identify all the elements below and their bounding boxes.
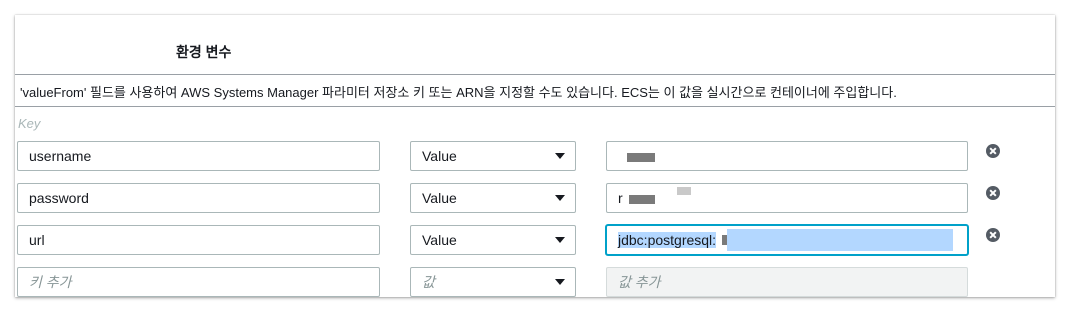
- key-column-header: Key: [18, 116, 41, 131]
- env-key-input[interactable]: password: [17, 183, 380, 213]
- caret-down-icon: [555, 237, 565, 243]
- env-type-selected: Value: [422, 190, 457, 206]
- divider: [15, 74, 1055, 75]
- section-title: 환경 변수: [176, 44, 232, 60]
- env-key-input[interactable]: url: [17, 225, 380, 255]
- env-type-select[interactable]: Value: [410, 183, 576, 213]
- redacted-value: [677, 187, 691, 195]
- redacted-value: [629, 195, 655, 204]
- env-value-input[interactable]: r: [606, 183, 968, 213]
- add-value-input[interactable]: 값 추가: [606, 267, 968, 297]
- add-key-input[interactable]: 키 추가: [17, 267, 380, 297]
- section-description: 'valueFrom' 필드를 사용하여 AWS Systems Manager…: [20, 85, 897, 100]
- caret-down-icon: [555, 279, 565, 285]
- add-type-select[interactable]: 값: [410, 267, 576, 297]
- env-type-select[interactable]: Value: [410, 141, 576, 171]
- env-type-selected: Value: [422, 148, 457, 164]
- selection-highlight: [727, 229, 953, 251]
- env-value-input[interactable]: jdbc:postgresql:: [606, 225, 968, 255]
- env-type-selected: Value: [422, 232, 457, 248]
- add-type-placeholder: 값: [422, 274, 435, 290]
- close-circle-icon[interactable]: [986, 228, 1000, 242]
- env-value-text: r: [618, 190, 623, 206]
- environment-variables-panel: 환경 변수 'valueFrom' 필드를 사용하여 AWS Systems M…: [15, 15, 1055, 297]
- env-value-input[interactable]: [606, 141, 968, 171]
- caret-down-icon: [555, 153, 565, 159]
- divider: [15, 106, 1055, 107]
- caret-down-icon: [555, 195, 565, 201]
- redacted-value: [627, 153, 655, 162]
- close-circle-icon[interactable]: [986, 186, 1000, 200]
- env-value-text: jdbc:postgresql:: [618, 232, 717, 248]
- close-circle-icon[interactable]: [986, 144, 1000, 158]
- env-key-input[interactable]: username: [17, 141, 380, 171]
- env-type-select[interactable]: Value: [410, 225, 576, 255]
